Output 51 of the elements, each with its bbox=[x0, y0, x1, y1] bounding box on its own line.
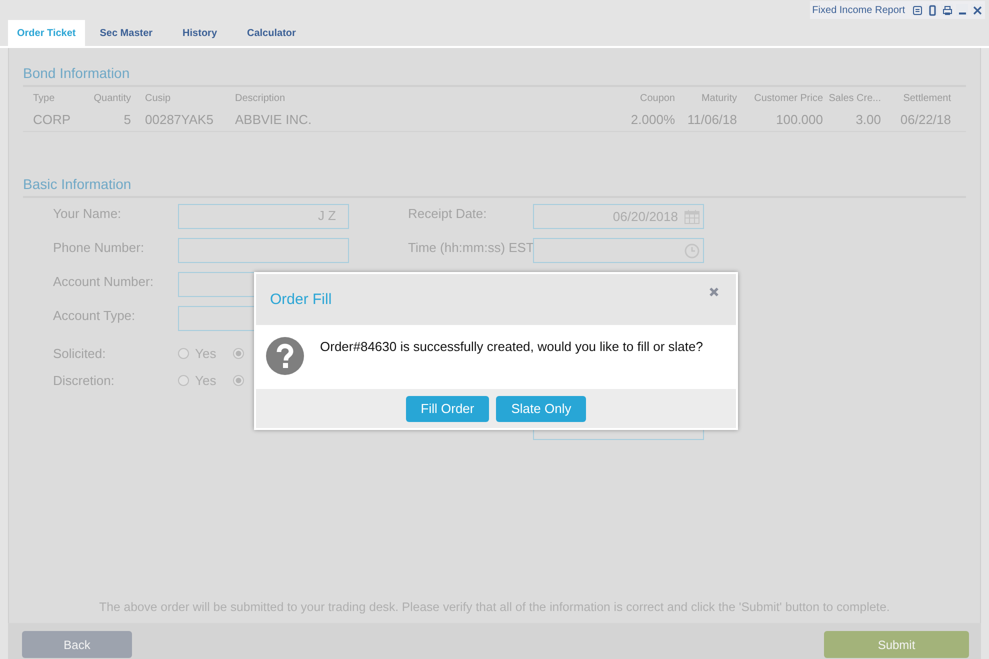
question-icon bbox=[266, 337, 304, 375]
field-label: Your Name: bbox=[53, 205, 122, 221]
phone-icon[interactable] bbox=[926, 4, 938, 16]
column-header: Sales Cre... bbox=[828, 92, 881, 104]
table-cell-text: 5 bbox=[122, 112, 131, 126]
dialog-title: Order Fill bbox=[270, 291, 332, 308]
field-label: Discretion: bbox=[53, 373, 116, 388]
dialog-button[interactable]: Slate Only bbox=[496, 396, 586, 422]
field-label: Receipt Date: bbox=[408, 205, 488, 221]
column-header: Maturity bbox=[700, 92, 737, 104]
section-title: Bond Information bbox=[23, 48, 966, 87]
table-cell-text: 3.00 bbox=[854, 112, 881, 126]
input-field[interactable] bbox=[533, 238, 704, 263]
close-icon[interactable] bbox=[709, 287, 719, 297]
field-label: Solicited: bbox=[53, 346, 107, 361]
table-cell-text: CORP bbox=[32, 112, 72, 126]
dialog-button[interactable]: Fill Order bbox=[406, 396, 490, 422]
column-header: Quantity bbox=[92, 92, 131, 104]
column-header: Cusip bbox=[144, 92, 172, 104]
column-header: Description bbox=[234, 92, 286, 104]
clock-icon[interactable] bbox=[684, 242, 700, 258]
column-header: Type bbox=[32, 92, 56, 104]
column-header: Settlement bbox=[902, 92, 951, 104]
print-icon[interactable] bbox=[941, 4, 953, 16]
radio-button[interactable] bbox=[233, 348, 244, 359]
radio-button[interactable] bbox=[178, 348, 189, 359]
tab[interactable]: Order Ticket bbox=[8, 20, 85, 46]
tab[interactable]: Calculator bbox=[232, 20, 311, 46]
minimize-icon[interactable] bbox=[956, 4, 968, 16]
table-cell-text: ABBVIE INC. bbox=[234, 112, 313, 126]
table-cell-text: 06/22/18 bbox=[899, 112, 951, 126]
tab[interactable]: Sec Master bbox=[84, 20, 168, 46]
calendar-icon[interactable] bbox=[684, 208, 700, 224]
field-label: Account Type: bbox=[53, 307, 136, 323]
list-icon[interactable] bbox=[911, 4, 923, 16]
dialog-message: Order#84630 is successfully created, would you like to fill or slate? bbox=[320, 339, 703, 354]
column-header: Coupon bbox=[638, 92, 675, 104]
section-title: Basic Information bbox=[23, 176, 966, 198]
table-cell-text: 100.000 bbox=[775, 112, 823, 126]
close-icon[interactable] bbox=[971, 4, 983, 16]
input-field[interactable] bbox=[178, 238, 349, 263]
radio-button[interactable] bbox=[233, 375, 244, 386]
radio-button[interactable] bbox=[178, 375, 189, 386]
field-label: Time (hh:mm:ss) EST bbox=[408, 239, 533, 255]
tab[interactable]: History bbox=[168, 20, 232, 46]
field-label: Phone Number: bbox=[53, 239, 146, 255]
table-cell-text: 00287YAK5 bbox=[144, 112, 214, 126]
column-header: Customer Price bbox=[753, 92, 823, 104]
table-cell-text: 11/06/18 bbox=[686, 112, 737, 126]
field-label: Account Number: bbox=[53, 273, 154, 289]
table-cell-text: 2.000% bbox=[630, 112, 675, 126]
